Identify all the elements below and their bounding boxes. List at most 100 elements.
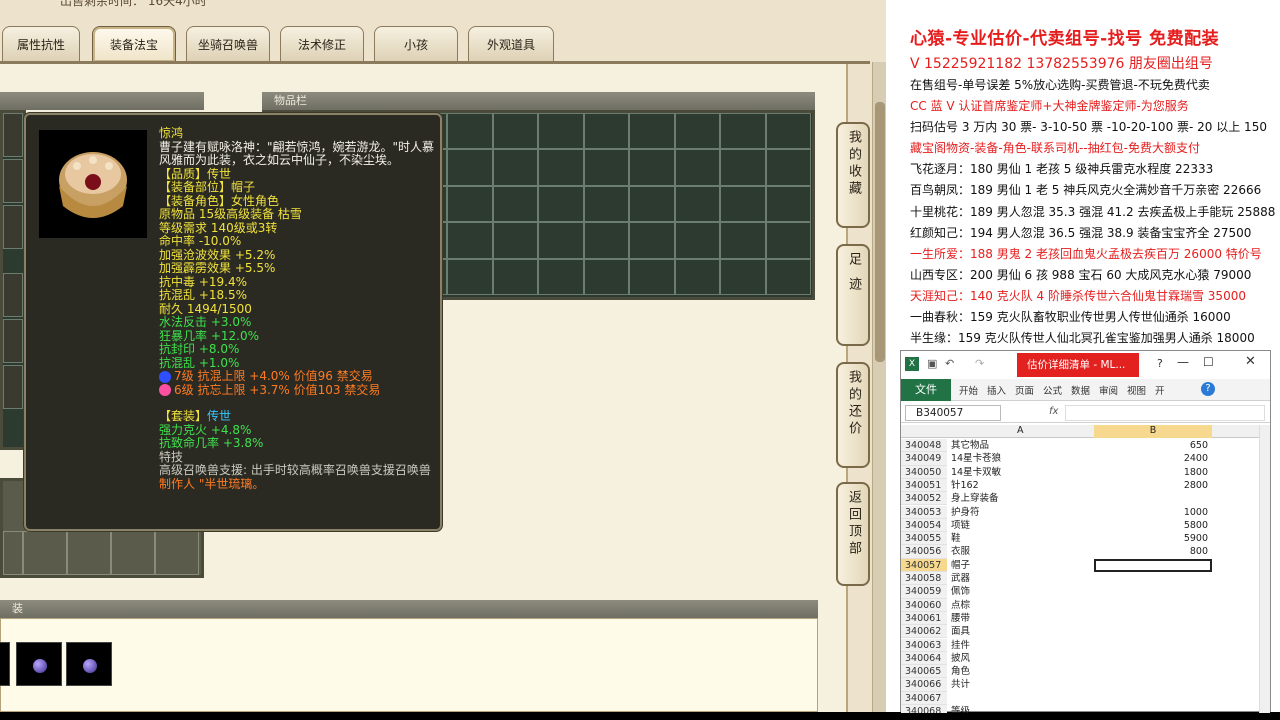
inventory-cell[interactable] <box>492 185 538 223</box>
row-number[interactable]: 340066 <box>901 678 947 692</box>
ribbon-tab[interactable]: 审阅 <box>1099 383 1118 397</box>
inventory-cell[interactable] <box>720 149 766 186</box>
name-box[interactable]: B340057 <box>905 405 1001 421</box>
inventory-cell[interactable] <box>583 222 629 259</box>
row-number[interactable]: 340058 <box>901 572 947 586</box>
row-number[interactable]: 340048 <box>901 439 947 453</box>
inventory-cell[interactable] <box>583 113 629 150</box>
formula-input[interactable] <box>1065 405 1265 421</box>
inventory-cell[interactable] <box>538 149 584 186</box>
row-number[interactable]: 340051 <box>901 478 947 493</box>
my-counteroffers-button[interactable]: 我的还价 <box>836 362 870 468</box>
scrollbar-thumb[interactable] <box>875 102 885 362</box>
file-tab[interactable]: 文件 <box>901 379 951 401</box>
row-number[interactable]: 340059 <box>901 585 947 599</box>
cell-a[interactable]: 角色 <box>949 665 1093 678</box>
game-scrollbar[interactable] <box>872 62 886 712</box>
close-icon[interactable]: ✕ <box>1245 354 1256 369</box>
inventory-cell[interactable] <box>629 222 675 259</box>
maximize-icon[interactable]: ☐ <box>1203 355 1214 369</box>
inventory-cell[interactable] <box>492 222 538 259</box>
help-circle-icon[interactable]: ? <box>1201 382 1215 396</box>
pet-slot[interactable] <box>0 642 10 686</box>
inventory-cell[interactable] <box>674 149 720 186</box>
inventory-cell[interactable] <box>538 222 584 259</box>
inventory-cell[interactable] <box>674 113 720 150</box>
row-number[interactable]: 340050 <box>901 465 947 479</box>
inventory-cell[interactable] <box>538 113 584 150</box>
inventory-cell[interactable] <box>583 185 629 223</box>
row-number[interactable]: 340061 <box>901 611 947 626</box>
pet-slot[interactable] <box>66 642 112 686</box>
fx-label[interactable]: fx <box>1049 406 1058 417</box>
inventory-cell[interactable] <box>583 149 629 186</box>
tab-mounts-pets[interactable]: 坐骑召唤兽 <box>186 26 270 62</box>
cell-b[interactable]: 650 <box>1094 439 1212 452</box>
footprints-button[interactable]: 足迹 <box>836 244 870 346</box>
cell-a[interactable]: 身上穿装备 <box>949 492 1093 505</box>
row-number[interactable]: 340053 <box>901 505 947 519</box>
inventory-cell[interactable] <box>492 113 538 150</box>
cell-a[interactable]: 佩饰 <box>949 585 1093 598</box>
inventory-cell[interactable] <box>765 222 811 259</box>
row-number[interactable]: 340055 <box>901 532 947 546</box>
ribbon-tab[interactable]: 数据 <box>1071 383 1090 397</box>
help-icon[interactable]: ? <box>1157 357 1163 370</box>
ribbon-tab[interactable]: 公式 <box>1043 383 1062 397</box>
grid-cell[interactable] <box>67 531 111 575</box>
cell-a[interactable]: 护身符 <box>949 506 1093 519</box>
cell-a[interactable]: 点棕 <box>949 599 1093 612</box>
pet-slot[interactable] <box>16 642 62 686</box>
inventory-cell[interactable] <box>674 258 720 295</box>
equip-slot[interactable] <box>3 113 23 157</box>
inventory-cell[interactable] <box>447 222 493 259</box>
row-number[interactable]: 340056 <box>901 545 947 559</box>
undo-icon[interactable]: ↶ <box>945 357 954 370</box>
tab-child[interactable]: 小孩 <box>374 26 458 62</box>
inventory-cell[interactable] <box>765 258 811 295</box>
redo-icon[interactable]: ↷ <box>975 357 984 370</box>
inventory-cell[interactable] <box>765 149 811 186</box>
cell-a[interactable]: 面具 <box>949 625 1093 638</box>
inventory-cell[interactable] <box>629 113 675 150</box>
ribbon-tab[interactable]: 页面 <box>1015 383 1034 397</box>
cell-b[interactable]: 2400 <box>1094 452 1212 465</box>
minimize-icon[interactable]: — <box>1177 355 1189 369</box>
cell-a[interactable]: 武器 <box>949 572 1093 585</box>
cell-a[interactable]: 衣服 <box>949 545 1093 558</box>
inventory-cell[interactable] <box>720 222 766 259</box>
ribbon-tab[interactable]: 视图 <box>1127 383 1146 397</box>
inventory-cell[interactable] <box>720 185 766 223</box>
row-number[interactable]: 340060 <box>901 598 947 612</box>
cell-a[interactable]: 等级 <box>949 705 1093 713</box>
inventory-cell[interactable] <box>492 258 538 295</box>
col-b-header[interactable]: B <box>1094 425 1212 438</box>
sheet-scrollbar[interactable] <box>1259 425 1270 713</box>
ribbon-tab[interactable]: 插入 <box>987 383 1006 397</box>
cell-a[interactable]: 挂件 <box>949 639 1093 652</box>
row-number[interactable]: 340064 <box>901 651 947 666</box>
inventory-cell[interactable] <box>765 185 811 223</box>
inventory-cell[interactable] <box>583 258 629 295</box>
cell-a[interactable]: 鞋 <box>949 532 1093 545</box>
row-number[interactable]: 340057 <box>901 558 947 572</box>
cell-b[interactable]: 1000 <box>1094 506 1212 519</box>
inventory-cell[interactable] <box>447 113 493 150</box>
row-number[interactable]: 340049 <box>901 452 947 466</box>
my-favorites-button[interactable]: 我的收藏 <box>836 122 870 228</box>
tab-equipment[interactable]: 装备法宝 <box>92 26 176 62</box>
inventory-cell[interactable] <box>674 185 720 223</box>
row-number[interactable]: 340068 <box>901 705 947 713</box>
tab-spell-mods[interactable]: 法术修正 <box>280 26 364 62</box>
ribbon-tab[interactable]: 开 <box>1155 383 1165 397</box>
inventory-cell[interactable] <box>629 258 675 295</box>
cell-a[interactable]: 腰带 <box>949 612 1093 625</box>
cell-a[interactable]: 针162 <box>949 479 1093 492</box>
row-number[interactable]: 340067 <box>901 691 947 705</box>
cell-b[interactable]: 5800 <box>1094 519 1212 532</box>
row-number[interactable]: 340054 <box>901 518 947 533</box>
tab-appearance[interactable]: 外观道具 <box>468 26 554 62</box>
inventory-cell[interactable] <box>538 258 584 295</box>
inventory-cell[interactable] <box>720 113 766 150</box>
cell-a[interactable]: 共计 <box>949 678 1093 691</box>
